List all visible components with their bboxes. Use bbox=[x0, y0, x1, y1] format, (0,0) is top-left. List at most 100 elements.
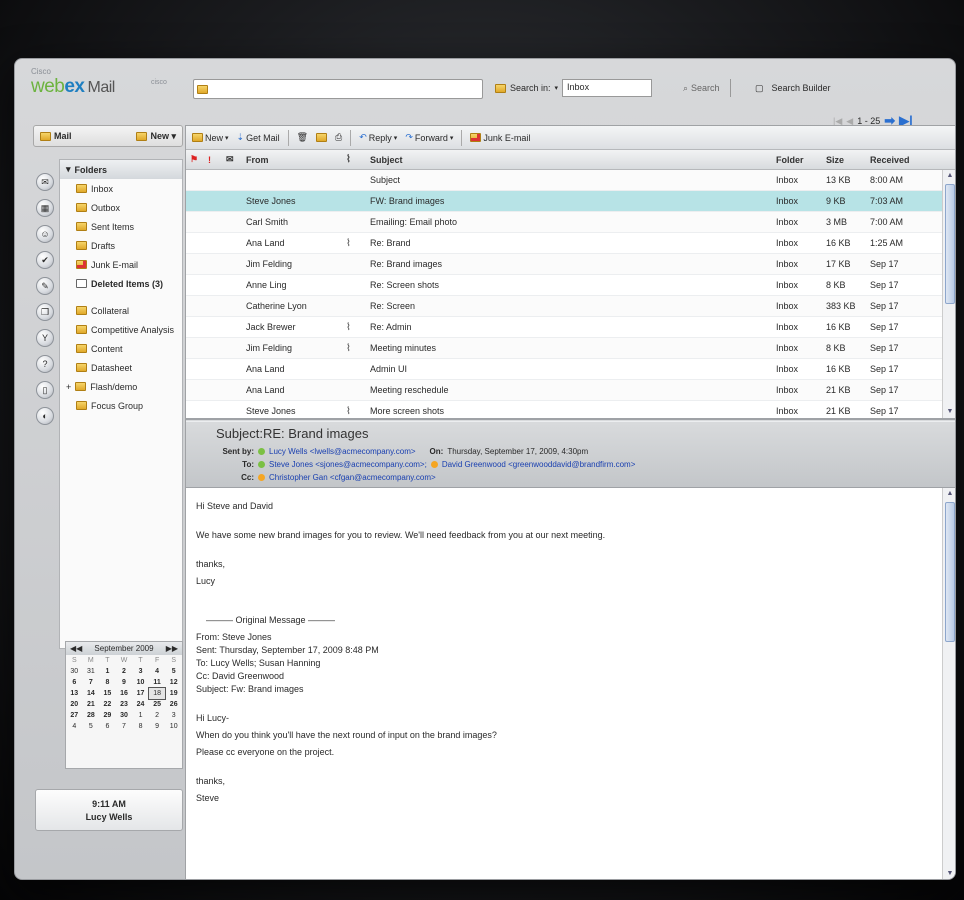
calendar-day[interactable]: 7 bbox=[83, 677, 100, 688]
calendar-day[interactable]: 4 bbox=[149, 666, 166, 677]
calendar-day[interactable]: 13 bbox=[66, 688, 83, 699]
calendar-day[interactable]: 3 bbox=[165, 710, 182, 721]
table-row[interactable]: Steve Jones ⌇ More screen shots Inbox 21 KB S… bbox=[186, 401, 955, 422]
print-button[interactable]: ⎙ bbox=[335, 132, 342, 143]
calendar-day[interactable]: 7 bbox=[116, 721, 133, 732]
table-row[interactable]: Ana Land Admin UI Inbox 16 KB Sep 17 bbox=[186, 359, 955, 380]
get-mail-button[interactable]: ⇣ Get Mail bbox=[237, 132, 280, 143]
calendar-icon[interactable]: ▦ bbox=[36, 199, 54, 217]
table-row[interactable]: Jack Brewer ⌇ Re: Admin Inbox 16 KB Sep 17 bbox=[186, 317, 955, 338]
calendar-day[interactable]: 9 bbox=[116, 677, 133, 688]
cc-address[interactable]: Christopher Gan <cfgan@acmecompany.com> bbox=[269, 473, 436, 482]
folder-item-deleted[interactable]: Deleted Items (3) bbox=[60, 274, 182, 293]
calendar-day[interactable]: 30 bbox=[66, 666, 83, 677]
tasks-icon[interactable]: ✔ bbox=[36, 251, 54, 269]
calendar-day[interactable]: 4 bbox=[66, 721, 83, 732]
calendar-day[interactable]: 30 bbox=[116, 710, 133, 721]
table-row[interactable]: Ana Land ⌇ Re: Brand Inbox 16 KB 1:25 AM bbox=[186, 233, 955, 254]
delete-button[interactable]: 🗑 bbox=[297, 132, 308, 143]
calendar-day[interactable]: 2 bbox=[116, 666, 133, 677]
sender-address[interactable]: Lucy Wells <lwells@acmecompany.com> bbox=[269, 447, 416, 456]
settings-icon[interactable]: ◐ bbox=[36, 407, 54, 425]
body-scroll-thumb[interactable] bbox=[945, 502, 955, 642]
flag-column-icon[interactable]: ⚑ bbox=[190, 154, 208, 165]
move-button[interactable] bbox=[316, 133, 328, 142]
calendar-day[interactable]: 22 bbox=[99, 699, 116, 710]
new-button[interactable]: New ▾ bbox=[192, 133, 229, 143]
help-icon[interactable]: ? bbox=[36, 355, 54, 373]
scroll-up-icon[interactable]: ▲ bbox=[945, 489, 955, 499]
calendar-day[interactable]: 5 bbox=[165, 666, 182, 677]
calendar-day[interactable]: 19 bbox=[165, 688, 182, 699]
calendar-day[interactable]: 8 bbox=[132, 721, 149, 732]
calendar-day[interactable]: 16 bbox=[116, 688, 133, 699]
table-row[interactable]: Carl Smith Emailing: Email photo Inbox 3 MB… bbox=[186, 212, 955, 233]
folder-item-focus[interactable]: Focus Group bbox=[60, 396, 182, 415]
table-row[interactable]: Subject Inbox 13 KB 8:00 AM bbox=[186, 170, 955, 191]
search-button[interactable]: ⌕ Search bbox=[683, 79, 731, 97]
calendar-day[interactable]: 18 bbox=[147, 687, 167, 700]
list-scroll-thumb[interactable] bbox=[945, 184, 955, 304]
next-month-icon[interactable]: ▶▶ bbox=[166, 644, 178, 653]
scroll-up-icon[interactable]: ▲ bbox=[945, 171, 955, 181]
subject-column[interactable]: Subject bbox=[370, 155, 776, 165]
calendar-day[interactable]: 12 bbox=[165, 677, 182, 688]
calendar-day[interactable]: 2 bbox=[149, 710, 166, 721]
folder-item-outbox[interactable]: Outbox bbox=[60, 198, 182, 217]
calendar-day[interactable]: 6 bbox=[66, 677, 83, 688]
priority-column-icon[interactable]: ! bbox=[208, 155, 226, 165]
attachment-column-icon[interactable]: ⌇ bbox=[346, 154, 370, 165]
calendar-day[interactable]: 8 bbox=[99, 677, 116, 688]
calendar-day[interactable]: 1 bbox=[132, 710, 149, 721]
search-builder-button[interactable]: ▢ Search Builder bbox=[755, 79, 831, 97]
folder-item-junk[interactable]: Junk E-mail bbox=[60, 255, 182, 274]
calendar-day[interactable]: 11 bbox=[149, 677, 166, 688]
to-address[interactable]: David Greenwood <greenwooddavid@brandfir… bbox=[442, 460, 636, 469]
calendar-day[interactable]: 25 bbox=[149, 699, 166, 710]
table-row[interactable]: Steve Jones FW: Brand images Inbox 9 KB 7:03… bbox=[186, 191, 955, 212]
search-input[interactable] bbox=[214, 84, 482, 94]
folder-column[interactable]: Folder bbox=[776, 155, 826, 165]
calendar-day[interactable]: 24 bbox=[132, 699, 149, 710]
calendar-day[interactable]: 6 bbox=[99, 721, 116, 732]
table-row[interactable]: Ana Land Meeting reschedule Inbox 21 KB Sep … bbox=[186, 380, 955, 401]
calendar-day[interactable]: 20 bbox=[66, 699, 83, 710]
scroll-down-icon[interactable]: ▼ bbox=[945, 869, 955, 879]
collapse-icon[interactable]: ▾ bbox=[66, 164, 71, 175]
calendar-day[interactable]: 31 bbox=[83, 666, 100, 677]
calendar-day[interactable]: 3 bbox=[132, 666, 149, 677]
from-column[interactable]: From bbox=[246, 155, 346, 165]
received-column[interactable]: Received bbox=[870, 155, 940, 165]
search-input-wrap[interactable] bbox=[193, 79, 483, 99]
prev-year-icon[interactable]: ◀◀ bbox=[70, 644, 82, 653]
calendar-day[interactable]: 5 bbox=[83, 721, 100, 732]
folder-item-collateral[interactable]: Collateral bbox=[60, 301, 182, 320]
body-scrollbar[interactable]: ▲ ▼ bbox=[942, 488, 955, 879]
calendar-day[interactable]: 27 bbox=[66, 710, 83, 721]
mail-icon[interactable]: ✉ bbox=[36, 173, 54, 191]
document-icon[interactable]: ▯ bbox=[36, 381, 54, 399]
table-row[interactable]: Jim Felding Re: Brand images Inbox 17 KB Sep… bbox=[186, 254, 955, 275]
contacts-icon[interactable]: ☺ bbox=[36, 225, 54, 243]
mail-tab[interactable]: Mail bbox=[40, 131, 72, 141]
notes-icon[interactable]: ✎ bbox=[36, 277, 54, 295]
chevron-down-icon[interactable]: ▾ bbox=[555, 84, 559, 92]
calendar-day[interactable]: 10 bbox=[165, 721, 182, 732]
calendar-day[interactable]: 26 bbox=[165, 699, 182, 710]
journal-icon[interactable]: ❒ bbox=[36, 303, 54, 321]
junk-button[interactable]: Junk E-mail bbox=[470, 133, 530, 143]
calendar-day[interactable]: 15 bbox=[99, 688, 116, 699]
calendar-day[interactable]: 23 bbox=[116, 699, 133, 710]
table-row[interactable]: Jim Felding ⌇ Meeting minutes Inbox 8 KB Sep … bbox=[186, 338, 955, 359]
filter-icon[interactable]: Y bbox=[36, 329, 54, 347]
calendar-day[interactable]: 28 bbox=[83, 710, 100, 721]
calendar-day[interactable]: 10 bbox=[132, 677, 149, 688]
calendar-day[interactable]: 17 bbox=[132, 688, 149, 699]
forward-button[interactable]: ↷ Forward ▾ bbox=[405, 132, 453, 143]
expand-icon[interactable]: + bbox=[66, 382, 71, 392]
folder-item-datasheet[interactable]: Datasheet bbox=[60, 358, 182, 377]
folders-header[interactable]: ▾ Folders bbox=[60, 160, 182, 179]
folder-item-drafts[interactable]: Drafts bbox=[60, 236, 182, 255]
search-in-select[interactable]: Inbox bbox=[562, 79, 653, 97]
table-row[interactable]: Catherine Lyon Re: Screen Inbox 383 KB Sep 1… bbox=[186, 296, 955, 317]
